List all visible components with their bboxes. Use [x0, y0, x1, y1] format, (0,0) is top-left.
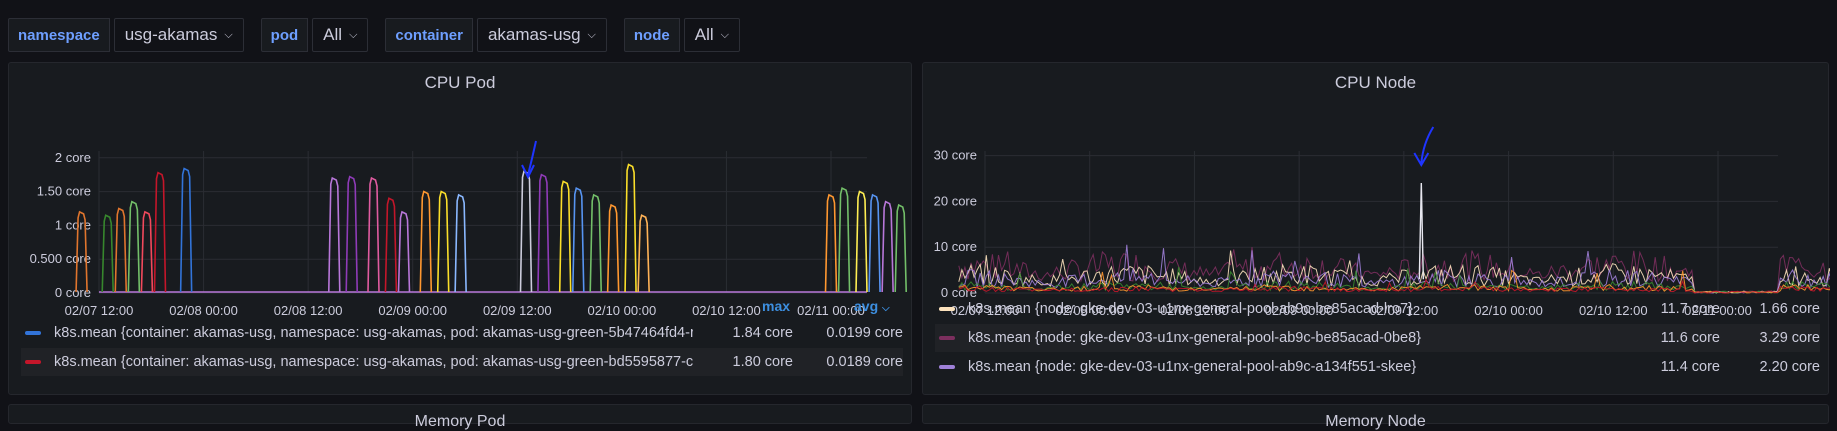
series-avg: 1.66 core — [1759, 301, 1820, 317]
cpu-pod-panel: CPU Pod 0 core 0.500 core 1 core 1.50 core 2… — [8, 62, 912, 395]
series-avg: 0.0199 core — [826, 325, 903, 341]
series-burst — [881, 200, 894, 293]
legend-header-max[interactable]: max — [762, 298, 790, 314]
series-name: k8s.mean {container: akamas-usg, namespa… — [54, 325, 693, 341]
series-burst — [179, 167, 193, 293]
legend-header-avg[interactable]: avg ⌵ — [854, 298, 890, 314]
chevron-down-icon: ⌵ — [720, 28, 729, 41]
cpu-pod-chart: 0 core0.500 core1 core1.50 core2 core02/… — [30, 140, 908, 318]
cpu-node-panel: CPU Node 0 core 10 core 20 core 30 core 02/0… — [922, 62, 1830, 395]
series-burst — [114, 207, 128, 293]
variable-select-namespace[interactable]: usg-akamas ⌵ — [113, 18, 244, 52]
y-tick-label: 0.500 core — [30, 251, 91, 266]
x-tick-label: 02/10 00:00 — [588, 303, 657, 318]
series-max: 11.6 core — [1660, 330, 1720, 346]
legend-row[interactable]: k8s.mean {container: akamas-usg, namespa… — [21, 348, 903, 376]
variable-select-node[interactable]: All ⌵ — [683, 18, 740, 52]
series-burst — [855, 190, 868, 293]
series-color-swatch — [939, 365, 955, 369]
variable-value: All — [323, 25, 343, 44]
series-avg: 3.29 core — [1759, 330, 1820, 346]
series-burst — [571, 187, 585, 293]
series-burst — [606, 203, 620, 293]
series-max: 11.4 core — [1660, 359, 1720, 375]
series-name: k8s.mean {node: gke-dev-03-u1nx-general-… — [968, 301, 1413, 317]
series-burst — [637, 214, 650, 293]
series-max: 1.84 core — [732, 325, 793, 341]
memory-pod-panel: Memory Pod — [8, 404, 912, 430]
series-burst — [345, 175, 359, 293]
series-burst — [397, 210, 411, 293]
series-burst — [519, 170, 533, 293]
series-burst — [153, 171, 167, 293]
series-burst — [327, 176, 341, 293]
series-name: k8s.mean {node: gke-dev-03-u1nx-general-… — [968, 359, 1417, 375]
y-tick-label: 20 core — [934, 193, 977, 208]
y-tick-label: 30 core — [934, 148, 977, 163]
series-avg: 0.0189 core — [826, 354, 903, 370]
series-color-swatch — [939, 307, 955, 311]
series-avg: 2.20 core — [1759, 359, 1820, 375]
series-max: 11.7 core — [1660, 301, 1720, 317]
series-max: 1.80 core — [732, 354, 793, 370]
series-burst — [419, 190, 433, 293]
memory-node-panel: Memory Node — [922, 404, 1829, 430]
series-burst — [894, 203, 908, 293]
panel-title: Memory Node — [1325, 413, 1426, 430]
legend-row[interactable]: k8s.mean {node: gke-dev-03-u1nx-general-… — [935, 353, 1820, 381]
variable-value: akamas-usg — [487, 25, 581, 44]
y-tick-label: 1.50 core — [37, 184, 91, 199]
variable-value: All — [694, 25, 714, 44]
panel-title: CPU Pod — [424, 73, 496, 92]
chevron-down-icon: ⌵ — [224, 28, 233, 41]
x-tick-label: 02/10 12:00 — [692, 303, 761, 318]
variable-select-container[interactable]: akamas-usg ⌵ — [476, 18, 607, 52]
series-burst — [454, 193, 467, 293]
y-tick-label: 10 core — [934, 239, 977, 254]
series-burst — [558, 180, 572, 293]
series-burst — [436, 190, 450, 293]
variable-value: usg-akamas — [124, 25, 218, 44]
series-name: k8s.mean {container: akamas-usg, namespa… — [54, 354, 693, 370]
y-tick-label: 0 core — [55, 285, 91, 300]
series-burst — [127, 200, 141, 293]
series-burst — [589, 193, 603, 293]
x-tick-label: 02/08 12:00 — [274, 303, 343, 318]
x-tick-label: 02/07 12:00 — [65, 303, 134, 318]
panel-title: Memory Pod — [414, 413, 506, 430]
annotation-arrow-icon — [1420, 126, 1435, 164]
series-burst — [367, 176, 380, 293]
series-burst — [624, 163, 637, 293]
panel-title: CPU Node — [1334, 73, 1417, 92]
legend-header-avg-label: avg — [854, 298, 879, 314]
legend-row[interactable]: k8s.mean {container: akamas-usg, namespa… — [21, 319, 903, 347]
variable-label-namespace: namespace — [8, 18, 110, 52]
series-burst — [140, 210, 154, 293]
series-color-swatch — [939, 336, 955, 340]
series-name: k8s.mean {node: gke-dev-03-u1nx-general-… — [968, 330, 1422, 346]
chevron-down-icon: ⌵ — [349, 28, 358, 41]
legend-row[interactable]: k8s.mean {node: gke-dev-03-u1nx-general-… — [935, 295, 1820, 323]
series-burst — [837, 187, 851, 293]
series-color-swatch — [25, 331, 41, 335]
x-tick-label: 02/09 12:00 — [483, 303, 552, 318]
cpu-node-chart: 0 core10 core20 core30 core02/07 12:00 02… — [934, 126, 1830, 318]
y-tick-label: 2 core — [55, 150, 91, 165]
series-burst — [868, 193, 881, 293]
series-burst — [101, 214, 115, 293]
legend-row[interactable]: k8s.mean {node: gke-dev-03-u1nx-general-… — [935, 324, 1820, 352]
chevron-down-icon: ⌵ — [587, 28, 596, 41]
sort-chevron-icon: ⌵ — [882, 303, 890, 314]
variables-bar: namespace usg-akamas ⌵ pod All ⌵ container akam… — [8, 17, 740, 53]
variable-select-pod[interactable]: All ⌵ — [312, 18, 369, 52]
series-color-swatch — [25, 360, 41, 364]
series-burst — [384, 197, 398, 293]
x-tick-label: 02/09 00:00 — [378, 303, 447, 318]
x-tick-label: 02/08 00:00 — [169, 303, 238, 318]
variable-label-pod: pod — [260, 18, 309, 52]
series-burst — [537, 173, 550, 293]
variable-label-node: node — [623, 18, 680, 52]
variable-label-container: container — [385, 18, 473, 52]
